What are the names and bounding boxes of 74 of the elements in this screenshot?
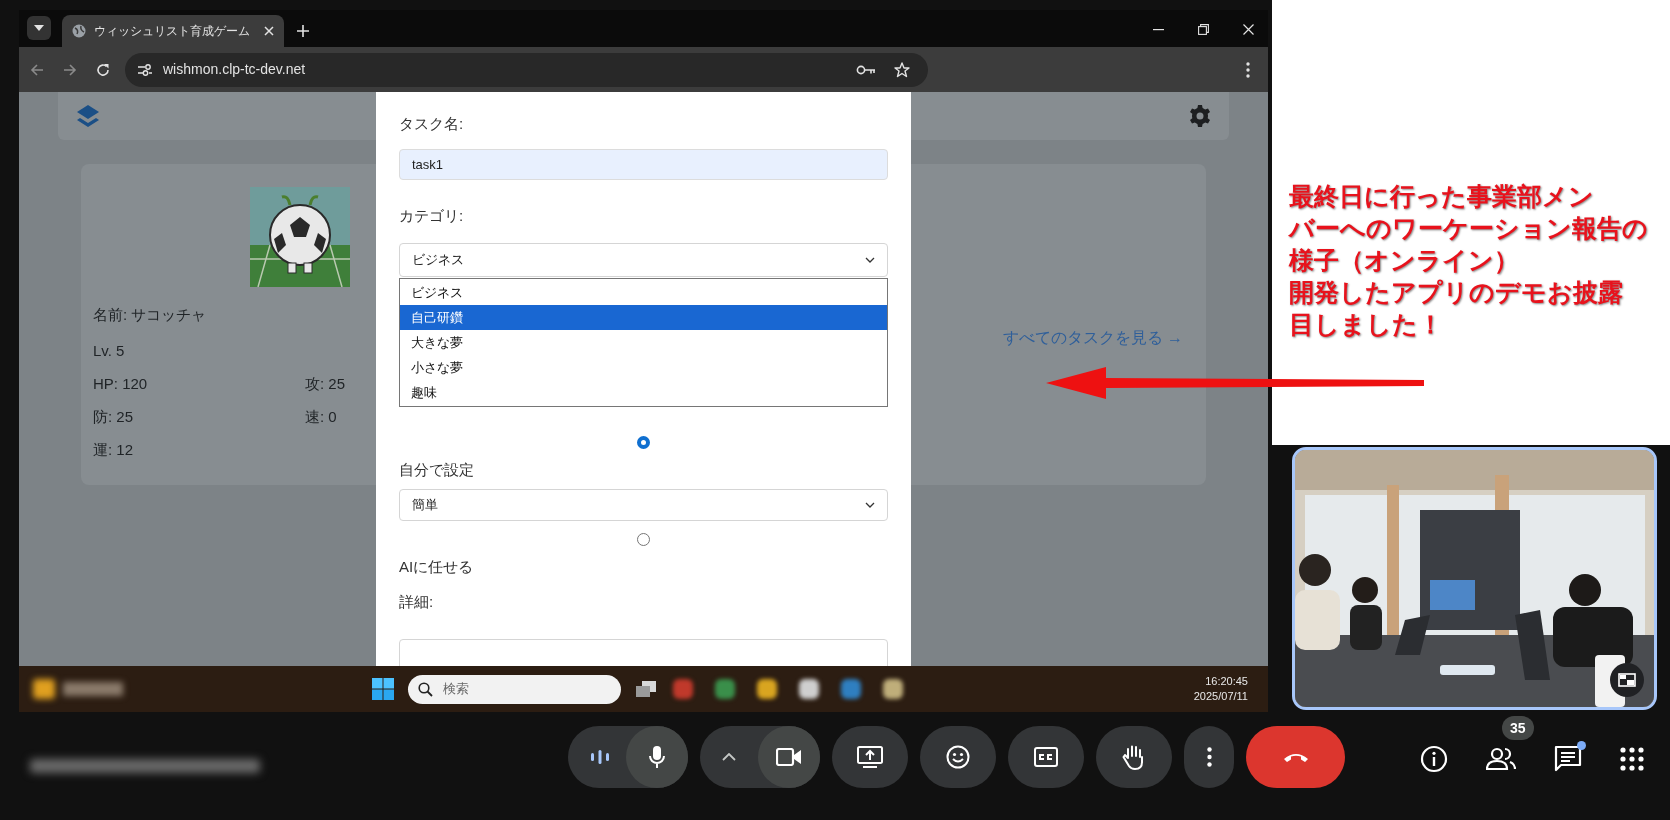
chevron-down-icon: [865, 502, 875, 508]
logo-icon: [76, 104, 100, 128]
restore-icon[interactable]: [1198, 24, 1209, 35]
settings-icon[interactable]: [1189, 105, 1211, 127]
field-label: カテゴリ:: [399, 206, 465, 226]
annotation-text: 目しました！: [1289, 309, 1444, 340]
captions-icon: [1034, 747, 1058, 767]
search-field[interactable]: 検索: [408, 674, 621, 704]
chevron-down-icon: [865, 257, 875, 263]
key-icon[interactable]: [856, 63, 876, 76]
stat-text: 攻: 25: [305, 374, 346, 394]
character-level: Lv. 5: [93, 341, 125, 361]
field-label: タスク名:: [399, 114, 465, 134]
app-icon[interactable]: [883, 679, 903, 699]
hand-icon: [1122, 744, 1146, 770]
annotation-text: 最終日に行った事業部メン: [1289, 181, 1595, 212]
dropdown-option[interactable]: 自己研鑽: [400, 305, 887, 330]
app-icon[interactable]: [757, 679, 777, 699]
search-icon: [418, 681, 433, 697]
forward-icon[interactable]: [63, 62, 77, 77]
character-name: 名前: サコッチャ: [93, 305, 207, 325]
url-text: wishmon.clp-tc-dev.net: [163, 60, 306, 79]
app-icon[interactable]: [799, 679, 819, 699]
radio-label: 自分で設定: [399, 460, 475, 480]
close-icon[interactable]: [1243, 24, 1254, 35]
microphone-icon: [648, 745, 666, 769]
field-label: 詳細:: [399, 592, 435, 612]
stat-text: 速: 0: [305, 407, 337, 427]
chevron-down-icon: [34, 25, 44, 31]
windows-icon[interactable]: [372, 678, 394, 700]
minimize-icon[interactable]: [1153, 28, 1164, 31]
camera-icon: [776, 748, 802, 766]
present-screen-icon: [857, 746, 883, 768]
tab-title: ウィッシュリスト育成ゲーム: [94, 23, 251, 40]
tune-icon[interactable]: [137, 62, 153, 77]
clock-time[interactable]: 16:20:45: [1205, 674, 1248, 689]
app-icon[interactable]: [841, 679, 861, 699]
apps-icon[interactable]: [1620, 747, 1644, 771]
stat-text: 運: 12: [93, 440, 134, 460]
smiley-icon: [946, 745, 970, 769]
app-icon[interactable]: [673, 679, 693, 699]
caret-up-icon: [722, 753, 736, 761]
stat-text: 防: 25: [93, 407, 134, 427]
more-options-button[interactable]: [1184, 726, 1234, 788]
task-view-icon[interactable]: [635, 679, 657, 699]
address-bar[interactable]: wishmon.clp-tc-dev.net: [125, 52, 928, 87]
participant-count: 35: [1502, 716, 1534, 740]
audio-level-icon: [590, 749, 610, 765]
category-select[interactable]: ビジネス: [399, 243, 888, 277]
chat-icon[interactable]: [1554, 745, 1582, 773]
annotation-text: バーへのワーケーション報告の: [1289, 213, 1649, 244]
annotation-text: 開発したアプリのデモお披露: [1289, 277, 1624, 308]
radio-button[interactable]: [637, 436, 650, 449]
radio-label: AIに任せる: [399, 557, 475, 577]
more-icon: [1206, 747, 1212, 767]
reload-icon[interactable]: [96, 62, 110, 77]
info-icon[interactable]: [1420, 745, 1448, 773]
app-icon[interactable]: [715, 679, 735, 699]
people-icon[interactable]: [1486, 747, 1516, 771]
stat-text: HP: 120: [93, 374, 148, 394]
radio-button[interactable]: [637, 533, 650, 546]
menu-icon[interactable]: [1246, 61, 1250, 78]
back-icon[interactable]: [30, 62, 44, 77]
browser-tab[interactable]: ウィッシュリスト育成ゲーム: [62, 15, 284, 47]
annotation-text: 様子（オンライン）: [1289, 245, 1520, 276]
difficulty-select[interactable]: 簡単: [399, 489, 888, 521]
star-icon[interactable]: [894, 61, 910, 78]
new-tab-icon[interactable]: [297, 25, 309, 37]
close-icon[interactable]: [264, 26, 274, 36]
clock-date[interactable]: 2025/07/11: [1193, 689, 1248, 704]
tab-list-button[interactable]: [27, 16, 51, 40]
task-name-field[interactable]: task1: [399, 149, 888, 180]
window-icon: [1618, 673, 1636, 687]
globe-icon: [72, 24, 86, 38]
